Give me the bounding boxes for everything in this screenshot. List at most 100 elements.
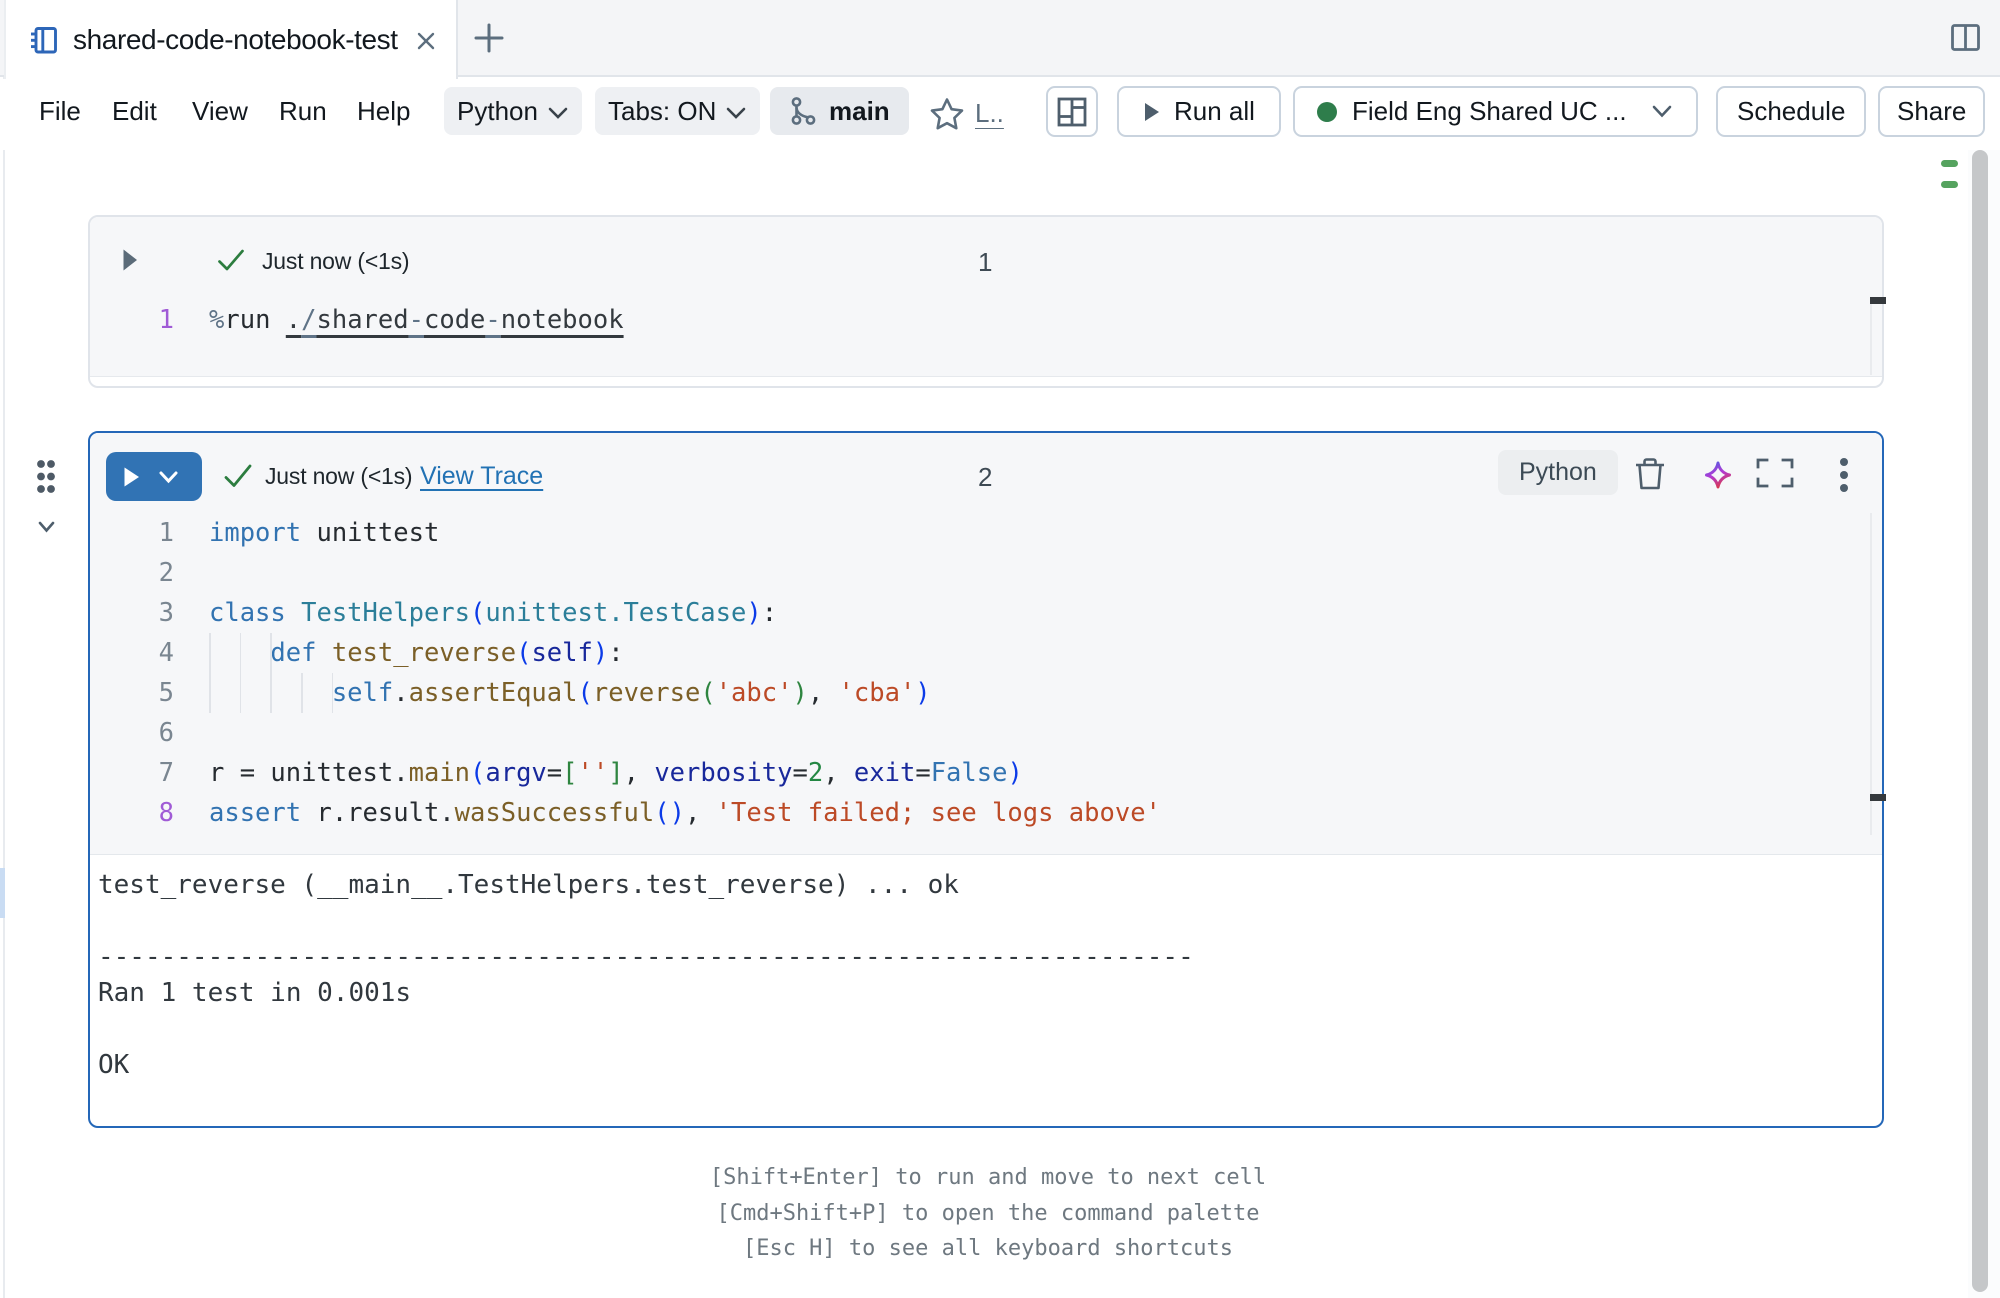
- favorite-star-icon[interactable]: [929, 97, 965, 131]
- code-token: notebook: [501, 305, 624, 335]
- code-token: =: [915, 758, 930, 788]
- code-line-5[interactable]: 5 self.assertEqual(reverse('abc'), 'cba'…: [90, 673, 1161, 713]
- git-branch-icon: [789, 96, 817, 126]
- notebook-toolbar: File Edit View Run Help Python Tabs: ON main: [0, 79, 2000, 150]
- cell2-language-badge[interactable]: Python: [1498, 450, 1618, 495]
- cell2-overview-ruler: [1870, 513, 1872, 835]
- code-text: import unittest: [174, 513, 439, 553]
- code-text: def test_reverse(self):: [174, 633, 624, 673]
- line-number: 1: [90, 300, 174, 340]
- schedule-button[interactable]: Schedule: [1716, 86, 1866, 137]
- menu-help[interactable]: Help: [357, 96, 410, 127]
- notebook-cell-1[interactable]: Just now (<1s) 1 1%run ./shared-code-not…: [88, 215, 1884, 388]
- kebab-menu-icon[interactable]: [1838, 457, 1850, 493]
- code-line-2[interactable]: 2: [90, 553, 1161, 593]
- code-text: %run ./shared-code-notebook: [174, 300, 624, 340]
- code-line-7[interactable]: 7r = unittest.main(argv=[''], verbosity=…: [90, 753, 1161, 793]
- line-number: 7: [90, 753, 174, 793]
- last-edit-link[interactable]: L..: [975, 98, 1023, 129]
- view-trace-link[interactable]: View Trace: [420, 462, 543, 491]
- cell1-run-icon[interactable]: [122, 248, 138, 272]
- notebook-cell-2[interactable]: Just now (<1s) View Trace 2 Python: [88, 431, 1884, 1128]
- code-token: argv: [485, 758, 546, 788]
- code-line-8[interactable]: 8assert r.result.wasSuccessful(), 'Test …: [90, 793, 1161, 833]
- fullscreen-icon[interactable]: [1756, 458, 1794, 488]
- git-branch-label: main: [829, 96, 890, 127]
- layout-grid-icon: [1057, 97, 1087, 127]
- git-branch-button[interactable]: main: [770, 87, 909, 135]
- code-token: test_reverse: [332, 638, 516, 668]
- keyboard-hints: [Shift+Enter] to run and move to next ce…: [0, 1160, 1976, 1267]
- tabs-toggle-label: Tabs: ON: [608, 96, 716, 127]
- line-number: 1: [90, 513, 174, 553]
- play-icon: [1143, 101, 1161, 123]
- cell2-code-editor[interactable]: 1import unittest23class TestHelpers(unit…: [90, 513, 1161, 833]
- indent-guide: [240, 633, 242, 673]
- code-line-3[interactable]: 3class TestHelpers(unittest.TestCase):: [90, 593, 1161, 633]
- code-token: code: [424, 305, 485, 335]
- share-button[interactable]: Share: [1878, 86, 1985, 137]
- code-token: shared: [317, 305, 409, 335]
- scroll-mark-cell2-success: [1941, 181, 1958, 188]
- code-token: r.result.: [301, 798, 455, 828]
- indent-guide: [332, 673, 334, 713]
- cell1-editor-background: [90, 217, 1882, 377]
- notebook-tab[interactable]: shared-code-notebook-test: [4, 0, 458, 79]
- code-token: assertEqual: [409, 678, 578, 708]
- chevron-down-icon: [547, 106, 569, 120]
- notebook-canvas: Just now (<1s) 1 1%run ./shared-code-not…: [0, 150, 2000, 1298]
- run-all-label: Run all: [1174, 96, 1255, 127]
- cell1-code-editor[interactable]: 1%run ./shared-code-notebook: [90, 300, 624, 340]
- panel-left-border: [3, 0, 5, 1298]
- chevron-down-icon: [158, 470, 179, 484]
- code-token: class: [209, 598, 286, 628]
- code-token: 'abc': [716, 678, 793, 708]
- cell1-number: 1: [978, 247, 992, 278]
- code-token: ): [746, 598, 761, 628]
- assistant-sparkle-icon[interactable]: [1702, 459, 1734, 491]
- code-token: :: [608, 638, 623, 668]
- code-token: (: [700, 678, 715, 708]
- menu-edit[interactable]: Edit: [112, 96, 157, 127]
- code-text: r = unittest.main(argv=[''], verbosity=2…: [174, 753, 1023, 793]
- tabs-toggle[interactable]: Tabs: ON: [595, 87, 760, 135]
- cell2-collapse-chevron-icon[interactable]: [38, 521, 55, 534]
- code-token: (: [578, 678, 593, 708]
- code-token: exit: [854, 758, 915, 788]
- menu-file[interactable]: File: [39, 96, 81, 127]
- code-token: =: [792, 758, 807, 788]
- scrollbar-thumb[interactable]: [1972, 150, 1988, 1292]
- code-line-4[interactable]: 4 def test_reverse(self):: [90, 633, 1161, 673]
- plus-icon: [473, 22, 505, 54]
- code-token: ]: [608, 758, 623, 788]
- indent-guide: [209, 633, 211, 673]
- code-line-6[interactable]: 6: [90, 713, 1161, 753]
- play-icon: [123, 466, 140, 488]
- tab-title: shared-code-notebook-test: [73, 24, 398, 56]
- code-line-1[interactable]: 1%run ./shared-code-notebook: [90, 300, 624, 340]
- schedule-label: Schedule: [1737, 96, 1845, 127]
- code-token: run: [224, 305, 270, 335]
- run-all-button[interactable]: Run all: [1117, 86, 1281, 137]
- menu-run[interactable]: Run: [279, 96, 327, 127]
- cell1-overview-cursor-mark: [1870, 297, 1886, 304]
- trash-icon[interactable]: [1634, 457, 1666, 491]
- code-token: [286, 598, 301, 628]
- code-token: assert: [209, 798, 301, 828]
- layout-picker-button[interactable]: [1046, 86, 1098, 137]
- code-token: ): [593, 638, 608, 668]
- tab-close-icon[interactable]: [413, 28, 439, 54]
- line-number: 5: [90, 673, 174, 713]
- code-token: 'cba': [839, 678, 916, 708]
- cell2-drag-handle[interactable]: [37, 460, 55, 493]
- indent-guide: [270, 633, 272, 673]
- menu-view[interactable]: View: [192, 96, 248, 127]
- new-tab-button[interactable]: [472, 21, 506, 55]
- cell2-run-button[interactable]: [106, 452, 202, 501]
- line-number: 3: [90, 593, 174, 633]
- code-token: reverse: [593, 678, 700, 708]
- cluster-selector[interactable]: Field Eng Shared UC ...: [1293, 86, 1698, 137]
- split-view-icon[interactable]: [1951, 24, 1980, 51]
- language-dropdown[interactable]: Python: [444, 87, 582, 135]
- code-line-1[interactable]: 1import unittest: [90, 513, 1161, 553]
